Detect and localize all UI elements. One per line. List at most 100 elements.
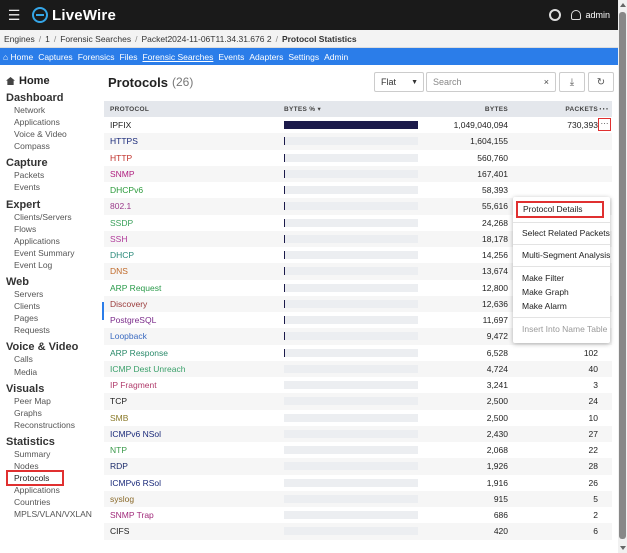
sidebar-group-title[interactable]: Capture bbox=[0, 157, 102, 169]
protocol-name[interactable]: HTTP bbox=[110, 153, 132, 163]
nav-admin[interactable]: Admin bbox=[324, 52, 348, 62]
sidebar-group-title[interactable]: Web bbox=[0, 276, 102, 288]
protocol-name[interactable]: IP Fragment bbox=[110, 380, 157, 390]
breadcrumb-engines[interactable]: Engines bbox=[4, 34, 35, 44]
protocol-name[interactable]: DHCPv6 bbox=[110, 185, 143, 195]
table-row[interactable]: CIFS 420 6 bbox=[104, 523, 612, 540]
sidebar-group-title[interactable]: Visuals bbox=[0, 383, 102, 395]
column-bytes-percent[interactable]: BYTES % ▾ bbox=[284, 105, 321, 113]
protocol-name[interactable]: ICMP Dest Unreach bbox=[110, 364, 185, 374]
sidebar-item-media[interactable]: Media bbox=[0, 366, 102, 378]
table-row[interactable]: ICMPv6 RSol 1,916 26 bbox=[104, 475, 612, 491]
menu-make-alarm[interactable]: Make Alarm bbox=[522, 301, 567, 311]
menu-make-filter[interactable]: Make Filter bbox=[522, 273, 564, 283]
sidebar-group-title[interactable]: Voice & Video bbox=[0, 341, 102, 353]
menu-make-graph[interactable]: Make Graph bbox=[522, 287, 569, 297]
sidebar-item-event-log[interactable]: Event Log bbox=[0, 259, 102, 271]
table-row[interactable]: DHCPv6 58,393 bbox=[104, 182, 612, 198]
column-options-icon[interactable]: ··· bbox=[599, 104, 609, 114]
table-row[interactable]: HTTP 560,760 bbox=[104, 150, 612, 166]
table-row[interactable]: SNMP 167,401 bbox=[104, 165, 612, 182]
sidebar-item-countries[interactable]: Countries bbox=[0, 496, 102, 508]
scroll-up-arrow-icon[interactable] bbox=[620, 3, 626, 7]
table-row[interactable]: RDP 1,926 28 bbox=[104, 458, 612, 475]
sidebar-item-packets[interactable]: Packets bbox=[0, 169, 102, 181]
nav-files[interactable]: Files bbox=[120, 52, 138, 62]
sidebar-item-protocols[interactable]: Protocols bbox=[6, 470, 64, 487]
gear-icon[interactable] bbox=[549, 9, 562, 21]
protocol-name[interactable]: SNMP Trap bbox=[110, 510, 154, 520]
sidebar-item-flows[interactable]: Flows bbox=[0, 223, 102, 235]
table-row[interactable]: SMB 2,500 10 bbox=[104, 410, 612, 426]
sidebar-group-title[interactable]: Expert bbox=[0, 199, 102, 211]
breadcrumb-packet[interactable]: Packet2024-11-06T11.34.31.676 2 bbox=[141, 34, 271, 44]
protocol-name[interactable]: DNS bbox=[110, 266, 128, 276]
refresh-button[interactable]: ↻ bbox=[588, 72, 614, 92]
protocol-name[interactable]: RDP bbox=[110, 461, 128, 471]
protocol-name[interactable]: PostgreSQL bbox=[110, 315, 156, 325]
protocol-name[interactable]: ICMPv6 NSol bbox=[110, 429, 161, 439]
protocol-name[interactable]: HTTPS bbox=[110, 136, 138, 146]
protocol-name[interactable]: Loopback bbox=[110, 331, 147, 341]
table-row[interactable]: IP Fragment 3,241 3 bbox=[104, 377, 612, 393]
protocol-name[interactable]: ARP Response bbox=[110, 348, 168, 358]
column-protocol[interactable]: PROTOCOL bbox=[110, 106, 149, 113]
sidebar-item-clients[interactable]: Clients bbox=[0, 300, 102, 312]
protocol-name[interactable]: SSDP bbox=[110, 218, 133, 228]
sidebar-item-calls[interactable]: Calls bbox=[0, 353, 102, 365]
sidebar-item-voice-video[interactable]: Voice & Video bbox=[0, 128, 102, 140]
sidebar-item-reconstructions[interactable]: Reconstructions bbox=[0, 419, 102, 431]
table-row[interactable]: NTP 2,068 22 bbox=[104, 442, 612, 458]
view-mode-select[interactable]: Flat ▼ bbox=[374, 72, 424, 92]
nav-forensics[interactable]: Forensics bbox=[78, 52, 115, 62]
nav-captures[interactable]: Captures bbox=[38, 52, 73, 62]
sidebar-group-title[interactable]: Dashboard bbox=[0, 92, 102, 104]
scroll-down-arrow-icon[interactable] bbox=[620, 546, 626, 550]
download-button[interactable]: ⤓ bbox=[559, 72, 585, 92]
protocol-name[interactable]: TCP bbox=[110, 396, 127, 406]
hamburger-menu-icon[interactable]: ☰ bbox=[0, 7, 28, 24]
row-more-options-icon[interactable]: ··· bbox=[598, 118, 611, 131]
sidebar-item-servers[interactable]: Servers bbox=[0, 288, 102, 300]
sidebar-item-graphs[interactable]: Graphs bbox=[0, 407, 102, 419]
breadcrumb-forensic-searches[interactable]: Forensic Searches bbox=[60, 34, 131, 44]
sidebar-item-compass[interactable]: Compass bbox=[0, 140, 102, 152]
user-menu[interactable]: admin bbox=[571, 10, 610, 20]
sidebar-item-pages[interactable]: Pages bbox=[0, 312, 102, 324]
sidebar-item-network[interactable]: Network bbox=[0, 104, 102, 116]
table-row[interactable]: SNMP Trap 686 2 bbox=[104, 507, 612, 523]
sidebar-item-events[interactable]: Events bbox=[0, 181, 102, 193]
menu-select-related-packets[interactable]: Select Related Packets bbox=[522, 228, 610, 238]
table-row[interactable]: HTTPS 1,604,155 bbox=[104, 133, 612, 150]
protocol-name[interactable]: ARP Request bbox=[110, 283, 161, 293]
table-row[interactable]: IPFIX 1,049,040,094 730,393 ··· bbox=[104, 117, 612, 133]
sidebar-item-clients-servers[interactable]: Clients/Servers bbox=[0, 211, 102, 223]
sidebar-item-nodes[interactable]: Nodes bbox=[0, 460, 102, 472]
sidebar-item-peer-map[interactable]: Peer Map bbox=[0, 395, 102, 407]
protocol-name[interactable]: 802.1 bbox=[110, 201, 131, 211]
menu-protocol-details[interactable]: Protocol Details bbox=[516, 201, 604, 218]
menu-multi-segment-analysis[interactable]: Multi-Segment Analysis bbox=[522, 250, 610, 260]
protocol-name[interactable]: SNMP bbox=[110, 169, 135, 179]
protocol-name[interactable]: IPFIX bbox=[110, 120, 131, 130]
nav-events[interactable]: Events bbox=[218, 52, 244, 62]
protocol-name[interactable]: ICMPv6 RSol bbox=[110, 478, 161, 488]
sidebar-home[interactable]: Home bbox=[0, 65, 102, 87]
sidebar-item-applications[interactable]: Applications bbox=[0, 235, 102, 247]
column-bytes[interactable]: BYTES bbox=[485, 106, 508, 113]
page-scrollbar[interactable] bbox=[618, 0, 627, 553]
nav-forensic-searches[interactable]: Forensic Searches bbox=[142, 52, 213, 62]
protocol-name[interactable]: SMB bbox=[110, 413, 128, 423]
protocol-name[interactable]: syslog bbox=[110, 494, 134, 504]
table-row[interactable]: ICMPv6 NSol 2,430 27 bbox=[104, 425, 612, 442]
nav-settings[interactable]: Settings bbox=[288, 52, 319, 62]
sidebar-item-requests[interactable]: Requests bbox=[0, 324, 102, 336]
nav-adapters[interactable]: Adapters bbox=[249, 52, 283, 62]
sidebar-item-mpls-vlan-vxlan[interactable]: MPLS/VLAN/VXLAN bbox=[0, 508, 102, 520]
sidebar-group-title[interactable]: Statistics bbox=[0, 436, 102, 448]
table-row[interactable]: TCP 2,500 24 bbox=[104, 393, 612, 410]
clear-search-icon[interactable]: × bbox=[544, 77, 549, 87]
protocol-name[interactable]: Discovery bbox=[110, 299, 147, 309]
scroll-thumb[interactable] bbox=[619, 12, 626, 539]
table-row[interactable]: ICMP Dest Unreach 4,724 40 bbox=[104, 360, 612, 377]
